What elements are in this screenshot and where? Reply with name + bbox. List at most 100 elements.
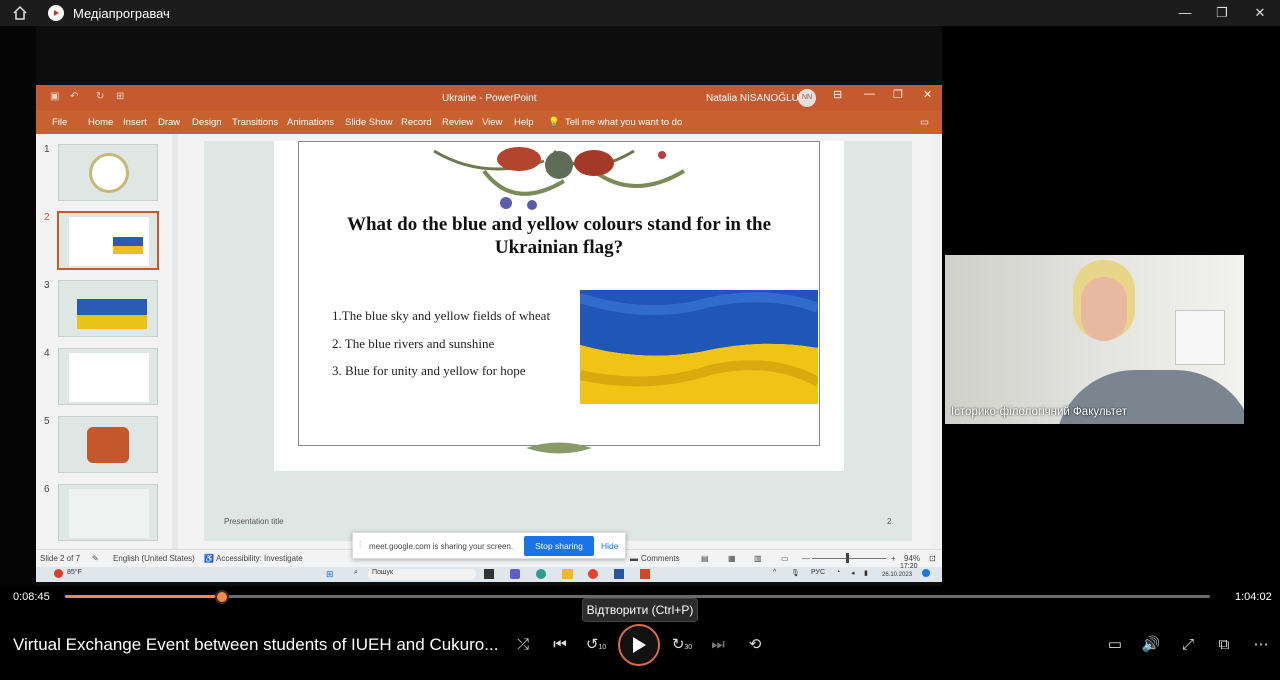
thumb-number: 4	[44, 348, 50, 359]
status-comments[interactable]: Comments	[641, 554, 680, 563]
chrome-icon[interactable]	[588, 569, 598, 579]
thumb-slide-body	[69, 353, 149, 402]
previous-icon[interactable]: ⏮	[549, 634, 571, 656]
taskview-icon[interactable]	[484, 569, 494, 579]
home-icon[interactable]	[12, 5, 28, 21]
status-language[interactable]: English (United States)	[113, 554, 195, 563]
miniplayer-icon[interactable]: ⧉	[1213, 634, 1235, 656]
windows-start-icon[interactable]: ⊞	[326, 569, 334, 580]
slide-thumbnail-5[interactable]	[58, 416, 158, 473]
slide-thumbnail-4[interactable]	[58, 348, 158, 405]
tab-file[interactable]: File	[52, 117, 67, 128]
powerpoint-window: ▣ ↶ ↻ ⊞ Ukraine - PowerPoint Natalia NİS…	[36, 85, 942, 582]
volume-icon[interactable]: 🔊	[1140, 634, 1162, 656]
seek-thumb[interactable]	[214, 590, 229, 604]
tab-insert[interactable]: Insert	[123, 117, 147, 128]
current-slide[interactable]: What do the blue and yellow colours stan…	[274, 141, 844, 471]
stop-sharing-button[interactable]: Stop sharing	[524, 536, 594, 556]
edge-icon[interactable]	[536, 569, 546, 579]
tab-design[interactable]: Design	[192, 117, 222, 128]
tab-help[interactable]: Help	[514, 117, 534, 128]
slide-bullet-1: 1.The blue sky and yellow fields of whea…	[332, 308, 551, 323]
redo-icon[interactable]: ↻	[96, 91, 104, 102]
ppt-close-button[interactable]: ✕	[923, 88, 932, 101]
zoom-level[interactable]: 94%	[904, 554, 920, 563]
tab-draw[interactable]: Draw	[158, 117, 180, 128]
avatar[interactable]: NN	[798, 89, 816, 107]
thumb-flag-blue	[77, 299, 147, 315]
tab-slide-show[interactable]: Slide Show	[345, 117, 393, 128]
slide-bullet-2: 2. The blue rivers and sunshine	[332, 336, 495, 351]
ribbon-display-icon[interactable]: ⊟	[833, 88, 842, 101]
normal-view-icon[interactable]: ▤	[701, 554, 709, 563]
thumb-number: 3	[44, 280, 50, 291]
slide-vertical-scrollbar[interactable]	[932, 134, 942, 549]
skip-back-seconds: 10	[598, 644, 607, 651]
thumb-slide-body	[69, 489, 149, 538]
repeat-icon[interactable]: ⟲	[744, 634, 766, 656]
fit-slide-icon[interactable]: ⊡	[929, 554, 936, 563]
slide-thumbnail-2[interactable]	[57, 211, 159, 270]
slide-thumbnail-1[interactable]	[58, 144, 158, 201]
tab-transitions[interactable]: Transitions	[232, 117, 278, 128]
maximize-button[interactable]: ❐	[1212, 4, 1232, 22]
subtitles-icon[interactable]: ▭	[1104, 634, 1126, 656]
tab-review[interactable]: Review	[442, 117, 473, 128]
tab-home[interactable]: Home	[88, 117, 113, 128]
notes-icon[interactable]: ✎	[92, 554, 99, 563]
powerpoint-icon[interactable]	[640, 569, 650, 579]
zoom-in-icon[interactable]: +	[891, 554, 896, 563]
drag-handle-icon[interactable]: ⁞	[359, 540, 361, 549]
minimize-button[interactable]: —	[1175, 4, 1195, 22]
ppt-minimize-button[interactable]: —	[864, 88, 875, 100]
skip-forward-icon[interactable]: ↻30	[671, 634, 693, 656]
video-title: Virtual Exchange Event between students …	[13, 635, 498, 654]
slide-thumbnail-3[interactable]	[58, 280, 158, 337]
taskbar-search[interactable]: Пошук	[368, 569, 476, 580]
weather-temp: 85°F	[67, 569, 82, 576]
thumb-wreath	[89, 153, 129, 193]
zoom-slider[interactable]	[812, 558, 886, 559]
slide-thumbnail-6[interactable]	[58, 484, 158, 541]
zoom-slider-thumb[interactable]	[846, 553, 849, 563]
reading-view-icon[interactable]: ▥	[754, 554, 762, 563]
tray-language[interactable]: РУС	[811, 569, 825, 576]
tab-animations[interactable]: Animations	[287, 117, 334, 128]
thumbnails-scrollbar[interactable]	[172, 134, 178, 549]
skip-back-icon[interactable]: ↺10	[585, 634, 607, 656]
ppt-doc-title: Ukraine - PowerPoint	[442, 93, 537, 104]
slide-sorter-icon[interactable]: ▦	[728, 554, 736, 563]
slide-title: What do the blue and yellow colours stan…	[346, 214, 772, 258]
comments-icon: ▬	[630, 554, 638, 563]
fullscreen-icon[interactable]: ⤢	[1177, 634, 1199, 656]
comments-icon[interactable]: ▭	[920, 117, 929, 128]
notification-badge[interactable]	[922, 569, 930, 577]
shuffle-icon[interactable]: ⤮	[512, 634, 534, 656]
word-icon[interactable]	[614, 569, 624, 579]
app-title: Медіапрогравач	[73, 6, 170, 21]
status-accessibility[interactable]: Accessibility: Investigate	[216, 554, 303, 563]
close-button[interactable]: ✕	[1250, 4, 1270, 22]
more-options-icon[interactable]: ⋯	[1250, 634, 1272, 656]
ppt-maximize-button[interactable]: ❐	[893, 88, 903, 101]
thumb-number: 6	[44, 484, 50, 495]
present-icon[interactable]: ⊞	[116, 91, 124, 102]
hide-sharing-link[interactable]: Hide	[601, 541, 618, 551]
teams-icon[interactable]	[510, 569, 520, 579]
thumb-slide-body	[69, 217, 149, 266]
tell-me-search[interactable]: Tell me what you want to do	[565, 117, 682, 128]
save-icon[interactable]: ▣	[50, 91, 59, 102]
tray-chevron-icon[interactable]: ^	[773, 569, 776, 576]
zoom-out-icon[interactable]: —	[802, 554, 810, 563]
undo-icon[interactable]: ↶	[70, 91, 78, 102]
ukrainian-flag-image	[580, 290, 818, 404]
bottom-leaf-decoration	[526, 442, 592, 454]
tab-view[interactable]: View	[482, 117, 502, 128]
next-icon[interactable]: ⏭	[707, 634, 729, 656]
folder-icon[interactable]	[562, 569, 573, 579]
play-button[interactable]	[618, 624, 660, 666]
thumb-flag-blue	[113, 237, 143, 246]
footer-presentation-title: Presentation title	[224, 517, 284, 526]
slideshow-icon[interactable]: ▭	[781, 554, 789, 563]
tab-record[interactable]: Record	[401, 117, 432, 128]
